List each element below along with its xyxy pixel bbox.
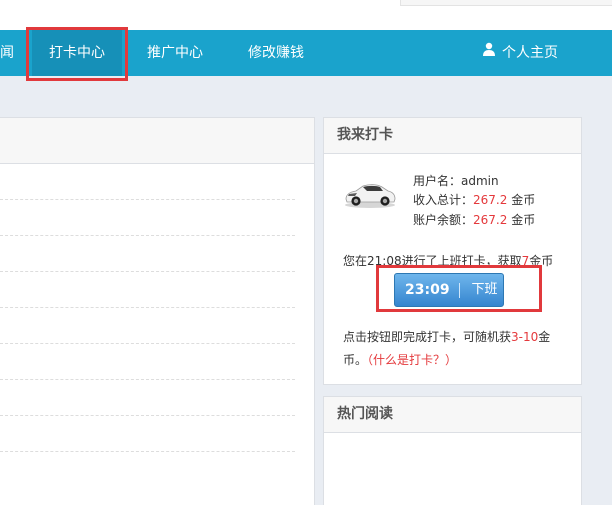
nav-item-checkin-center[interactable]: 打卡中心 (32, 30, 122, 76)
list-item[interactable] (0, 200, 295, 236)
balance-currency: 金币 (511, 213, 536, 227)
income-label: 收入总计： (413, 193, 474, 207)
income-value: 267.2 (473, 193, 508, 207)
checkin-card-title: 我来打卡 (324, 118, 581, 154)
checkout-button[interactable]: 23:09 下班打卡 (394, 273, 504, 329)
list-item[interactable] (0, 236, 295, 272)
article-list-header (0, 118, 314, 164)
checkin-tip-line2: 币。（什么是打卡？） (343, 351, 457, 368)
income-currency: 金币 (511, 193, 536, 207)
nav-profile-label: 个人主页 (502, 45, 558, 61)
balance-label: 账户余额： (413, 213, 474, 227)
list-item[interactable] (0, 416, 295, 452)
tip-paren-close: ） (445, 353, 458, 367)
checkin-status-prefix: 您在21:08进行了上班打卡，获取 (343, 254, 522, 268)
list-item[interactable] (0, 344, 295, 380)
car-icon (343, 179, 397, 212)
income-line: 收入总计：267.2 金币 (413, 191, 535, 208)
hot-reading-title: 热门阅读 (324, 397, 581, 433)
article-list-panel (0, 117, 315, 505)
nav-item-partial[interactable]: 闻 (0, 30, 14, 76)
list-item[interactable] (0, 272, 295, 308)
balance-value: 267.2 (473, 213, 508, 227)
tip-range: 3-10 (511, 330, 539, 344)
list-item[interactable] (0, 164, 295, 200)
username-line: 用户名：admin (413, 172, 499, 189)
balance-line: 账户余额：267.2 金币 (413, 211, 535, 228)
tip-line2-prefix: 币。 (343, 353, 368, 367)
checkin-tip-line1: 点击按钮即完成打卡，可随机获3-10金 (343, 328, 550, 345)
what-is-checkin-link[interactable]: 什么是打卡？ (373, 353, 445, 367)
list-item[interactable] (0, 380, 295, 416)
username-label: 用户名： (413, 174, 462, 188)
nav-item-modify-earn[interactable]: 修改赚钱 (248, 30, 304, 76)
top-bar (0, 0, 612, 30)
checkin-card: 我来打卡 用户名：admin 收入总计：267.2 金币 账户余额：267.2 … (323, 117, 582, 385)
tip-line1-suffix: 金 (538, 330, 551, 344)
top-bar-widget (400, 0, 612, 6)
user-icon (482, 29, 496, 75)
checkout-time: 23:09 (405, 282, 450, 298)
main-nav: 闻 打卡中心 推广中心 修改赚钱 个人主页 (0, 30, 612, 76)
nav-item-profile[interactable]: 个人主页 (482, 30, 558, 76)
username-value: admin (461, 174, 499, 188)
nav-item-promotion-center[interactable]: 推广中心 (147, 30, 203, 76)
checkin-status-message: 您在21:08进行了上班打卡，获取7金币 (343, 252, 553, 269)
checkout-divider (459, 283, 460, 298)
checkin-status-suffix: 金币 (529, 254, 554, 268)
tip-prefix: 点击按钮即完成打卡，可随机获 (343, 330, 512, 344)
list-item[interactable] (0, 308, 295, 344)
hot-reading-card: 热门阅读 (323, 396, 582, 505)
